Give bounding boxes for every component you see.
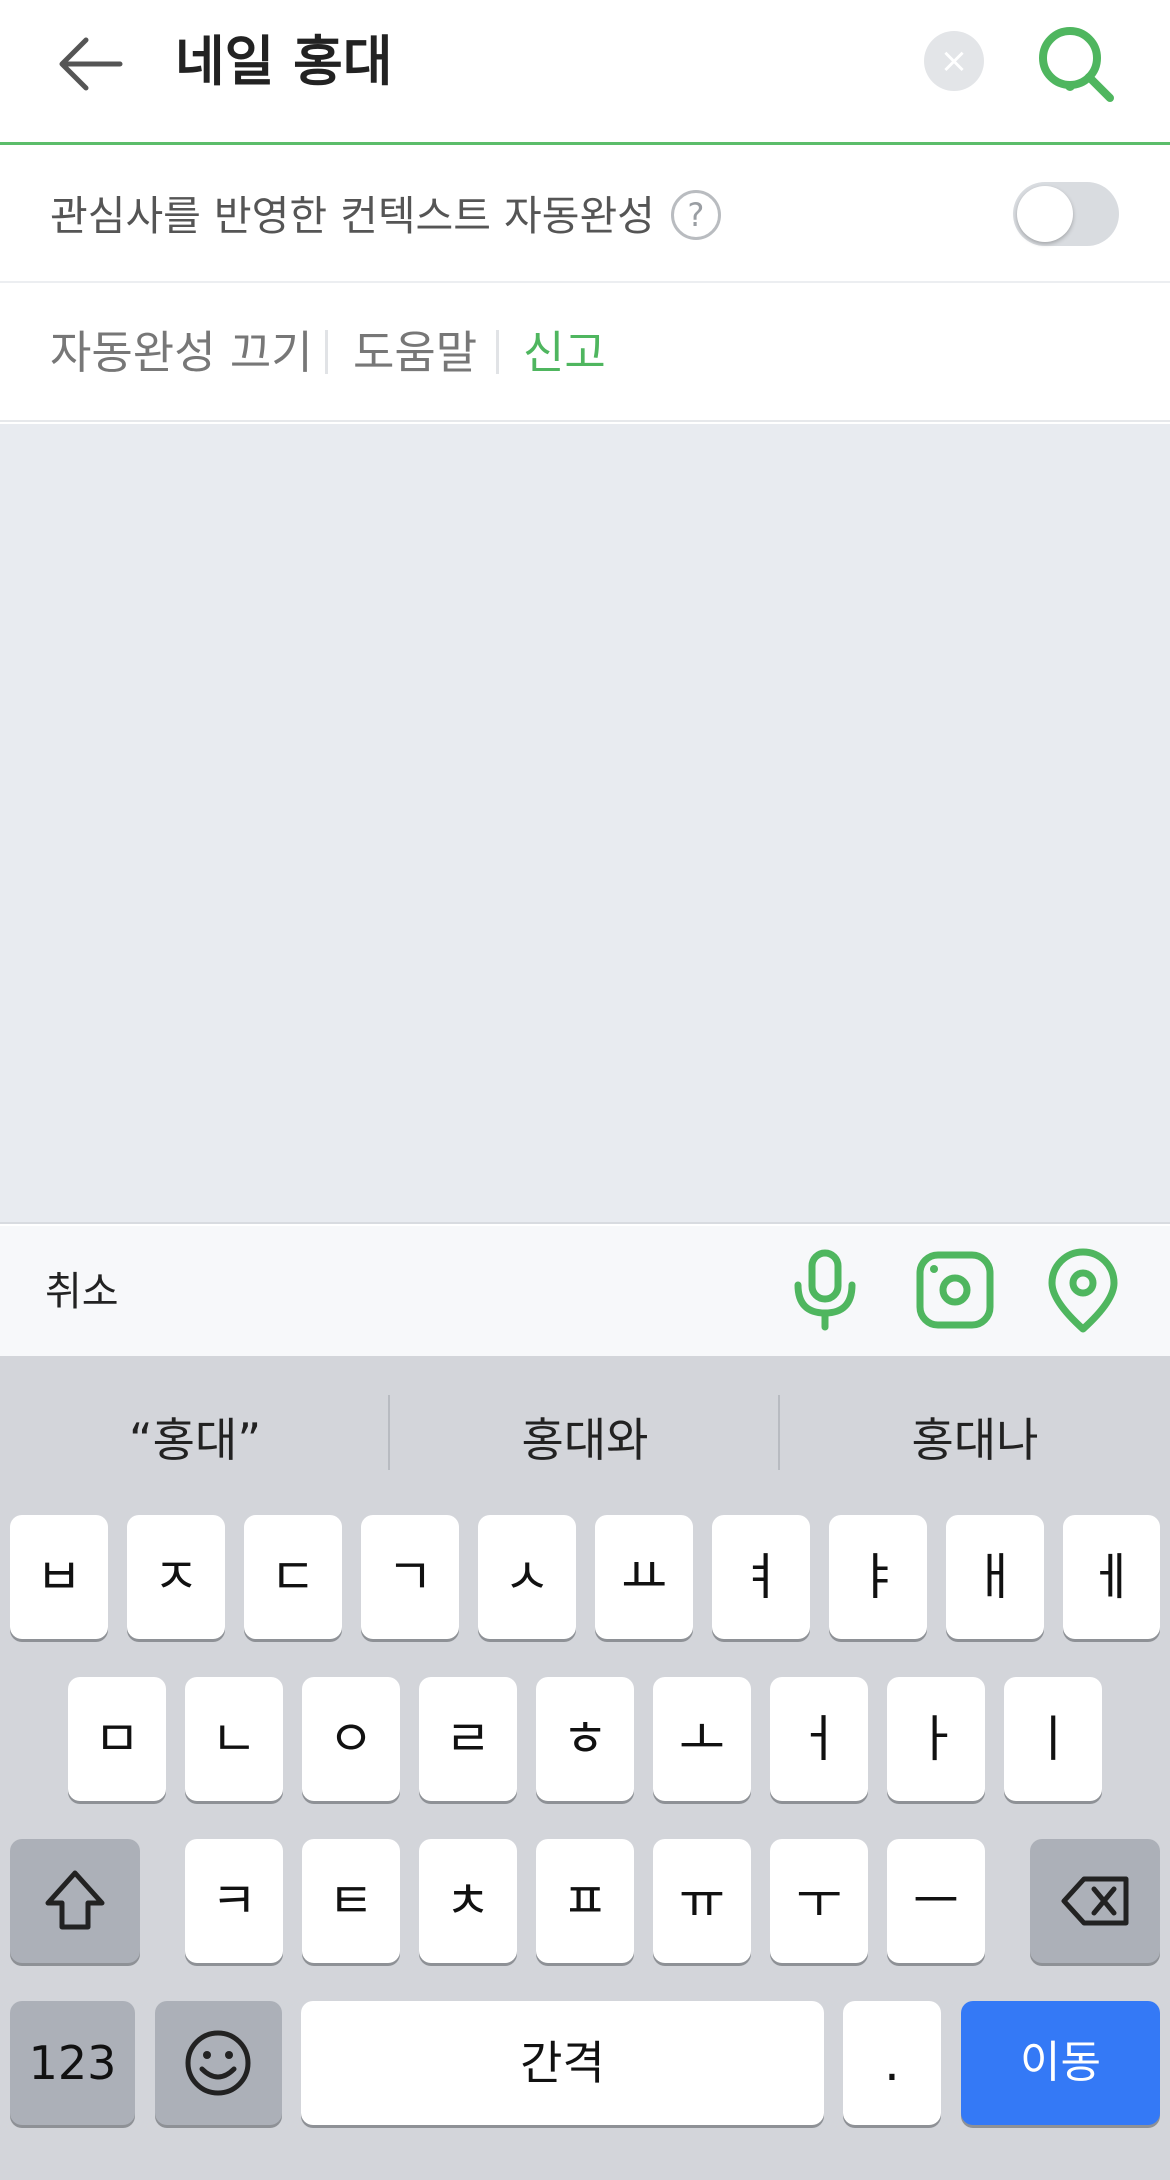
context-autocomplete-label: 관심사를 반영한 컨텍스트 자동완성 [50, 192, 655, 240]
key[interactable]: ㅏ [887, 1677, 985, 1801]
backspace-key[interactable] [1030, 1839, 1160, 1963]
numbers-key[interactable]: 123 [10, 2001, 135, 2125]
key[interactable]: ㄷ [244, 1515, 342, 1639]
space-key[interactable]: 간격 [301, 2001, 824, 2125]
key[interactable]: ㅌ [302, 1839, 400, 1963]
key[interactable]: ㅅ [478, 1515, 576, 1639]
key[interactable]: ㅋ [185, 1839, 283, 1963]
period-key[interactable]: . [843, 2001, 941, 2125]
key[interactable]: ㅣ [1004, 1677, 1102, 1801]
key[interactable]: ㄱ [361, 1515, 459, 1639]
key[interactable]: ㅗ [653, 1677, 751, 1801]
key[interactable]: ㅜ [770, 1839, 868, 1963]
toggle-knob [1017, 186, 1073, 242]
key[interactable]: ㅇ [302, 1677, 400, 1801]
key[interactable]: ㅐ [946, 1515, 1044, 1639]
backspace-icon [1061, 1876, 1129, 1926]
help-link[interactable]: 도움말 [353, 318, 477, 388]
key[interactable]: ㅓ [770, 1677, 868, 1801]
divider [325, 330, 328, 374]
microphone-icon[interactable] [780, 1245, 870, 1335]
cancel-button[interactable]: 취소 [45, 1262, 119, 1322]
help-question-icon[interactable]: ? [670, 190, 721, 240]
camera-lens-icon[interactable] [910, 1245, 1000, 1335]
autocomplete-off-link[interactable]: 자동완성 끄기 [50, 318, 313, 388]
key[interactable]: ㅔ [1063, 1515, 1160, 1639]
key[interactable]: ㅁ [68, 1677, 166, 1801]
key[interactable]: ㅡ [887, 1839, 985, 1963]
keyboard-suggestion[interactable]: 홍대나 [780, 1405, 1170, 1475]
suggestions-area [0, 424, 1170, 1224]
key[interactable]: ㅊ [419, 1839, 517, 1963]
key[interactable]: ㅠ [653, 1839, 751, 1963]
shift-key[interactable] [10, 1839, 140, 1963]
key[interactable]: ㅛ [595, 1515, 693, 1639]
key[interactable]: ㅎ [536, 1677, 634, 1801]
search-icon[interactable] [1032, 20, 1122, 110]
emoji-icon [185, 2030, 251, 2096]
report-link[interactable]: 신고 [523, 318, 606, 388]
emoji-key[interactable] [155, 2001, 282, 2125]
keyboard-suggestion[interactable]: “홍대” [0, 1405, 390, 1475]
shift-arrow-icon [45, 1870, 105, 1930]
divider [496, 330, 499, 374]
key[interactable]: ㄹ [419, 1677, 517, 1801]
back-arrow-icon[interactable] [50, 22, 140, 112]
key[interactable]: ㅕ [712, 1515, 810, 1639]
key[interactable]: ㅂ [10, 1515, 108, 1639]
key[interactable]: ㅈ [127, 1515, 225, 1639]
key[interactable]: ㅑ [829, 1515, 927, 1639]
go-button[interactable]: 이동 [961, 2001, 1160, 2125]
location-pin-icon[interactable] [1038, 1245, 1128, 1335]
search-query-text[interactable]: 네일 홍대 [175, 22, 393, 102]
clear-icon[interactable]: × [924, 31, 984, 91]
key[interactable]: ㄴ [185, 1677, 283, 1801]
keyboard-suggestion[interactable]: 홍대와 [390, 1405, 780, 1475]
key[interactable]: ㅍ [536, 1839, 634, 1963]
